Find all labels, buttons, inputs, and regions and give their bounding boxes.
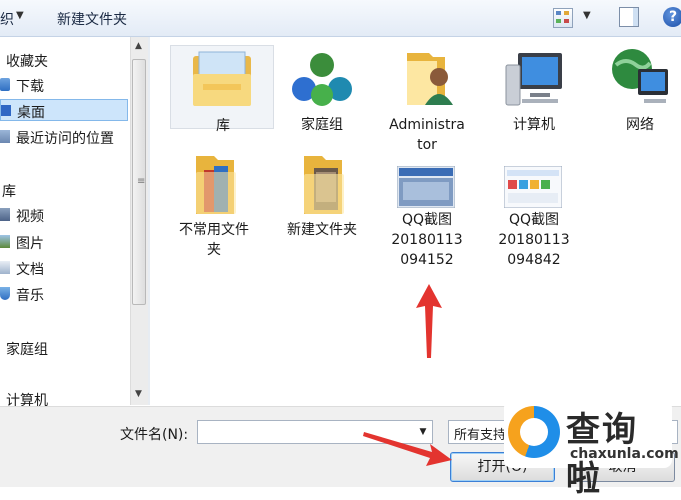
nav-scrollbar[interactable]: ▲ ≡ ▼ <box>130 37 148 405</box>
nav-libraries-header[interactable]: 库 <box>0 179 128 201</box>
change-view-icon[interactable] <box>553 8 573 28</box>
item-label: Administra tor <box>389 117 465 153</box>
new-folder-button[interactable]: 新建文件夹 <box>57 9 127 29</box>
item-homegroup[interactable]: 家庭组 <box>270 45 374 133</box>
computer-icon <box>505 53 562 106</box>
nav-favorites-header[interactable]: 收藏夹 <box>0 49 128 71</box>
item-label: 不常用文件 夹 <box>179 222 249 258</box>
command-toolbar: 织 ▼ 新建文件夹 ▼ ? <box>0 0 681 37</box>
item-unused-folder[interactable]: 不常用文件 夹 <box>162 150 266 260</box>
item-label: 计算机 <box>513 117 555 133</box>
filename-label: 文件名(N): <box>120 427 189 443</box>
item-administrator[interactable]: Administra tor <box>375 45 479 155</box>
libraries-icon <box>193 51 251 106</box>
nav-item-downloads[interactable]: 下载 <box>0 74 128 96</box>
pane-divider[interactable] <box>148 37 150 405</box>
item-label: 网络 <box>626 117 654 133</box>
scrollbar-thumb[interactable]: ≡ <box>132 59 146 305</box>
watermark-logo: 查询啦 chaxunla.com <box>504 400 679 499</box>
scroll-down-icon[interactable]: ▼ <box>135 389 142 399</box>
preview-pane-icon[interactable] <box>619 7 639 27</box>
nav-item-music[interactable]: 音乐 <box>0 283 128 305</box>
folder-icon <box>304 156 344 214</box>
network-icon <box>612 49 668 103</box>
item-label: 家庭组 <box>301 117 343 133</box>
music-icon <box>0 287 10 300</box>
annotation-arrow-up <box>416 284 442 358</box>
nav-homegroup[interactable]: 家庭组 <box>0 337 128 359</box>
scroll-up-icon[interactable]: ▲ <box>135 41 142 51</box>
user-folder-icon <box>407 53 453 105</box>
nav-item-documents[interactable]: 文档 <box>0 257 128 279</box>
pictures-icon <box>0 235 10 248</box>
download-folder-icon <box>0 78 10 91</box>
nav-item-videos[interactable]: 视频 <box>0 204 128 226</box>
organize-menu[interactable]: 织 <box>0 9 14 29</box>
organize-caret-icon[interactable]: ▼ <box>16 10 24 21</box>
item-new-folder[interactable]: 新建文件夹 <box>270 150 374 238</box>
screenshot-icon <box>397 166 455 208</box>
nav-item-desktop[interactable]: 桌面 <box>0 99 128 121</box>
nav-item-pictures[interactable]: 图片 <box>0 231 128 253</box>
view-options-caret-icon[interactable]: ▼ <box>583 10 591 21</box>
item-computer[interactable]: 计算机 <box>482 45 586 133</box>
annotation-arrow-right <box>363 432 452 466</box>
recent-places-icon <box>0 130 10 143</box>
item-label: QQ截图 20180113 094842 <box>498 212 570 268</box>
item-libraries[interactable]: 库 <box>170 45 274 134</box>
documents-icon <box>0 261 10 274</box>
item-label: 库 <box>216 118 230 134</box>
item-qq-screenshot-2[interactable]: QQ截图 20180113 094842 <box>482 150 586 270</box>
desktop-icon <box>1 105 11 116</box>
videos-icon <box>0 208 10 221</box>
watermark-en: chaxunla.com <box>570 446 679 462</box>
screenshot-icon <box>504 166 562 208</box>
item-label: QQ截图 20180113 094152 <box>391 212 463 268</box>
nav-item-recent-places[interactable]: 最近访问的位置 <box>0 126 128 148</box>
navigation-pane: 收藏夹 下载 桌面 最近访问的位置 库 视频 图片 文档 音乐 家庭组 计算机 <box>0 37 130 409</box>
search-logo-icon <box>508 406 560 458</box>
item-qq-screenshot-1[interactable]: QQ截图 20180113 094152 <box>375 150 479 270</box>
item-label: 新建文件夹 <box>287 222 357 238</box>
help-icon[interactable]: ? <box>663 7 681 27</box>
grip-icon: ≡ <box>137 176 146 187</box>
item-network[interactable]: 网络 <box>588 45 681 133</box>
homegroup-icon <box>292 53 352 106</box>
folder-icon <box>196 156 236 214</box>
